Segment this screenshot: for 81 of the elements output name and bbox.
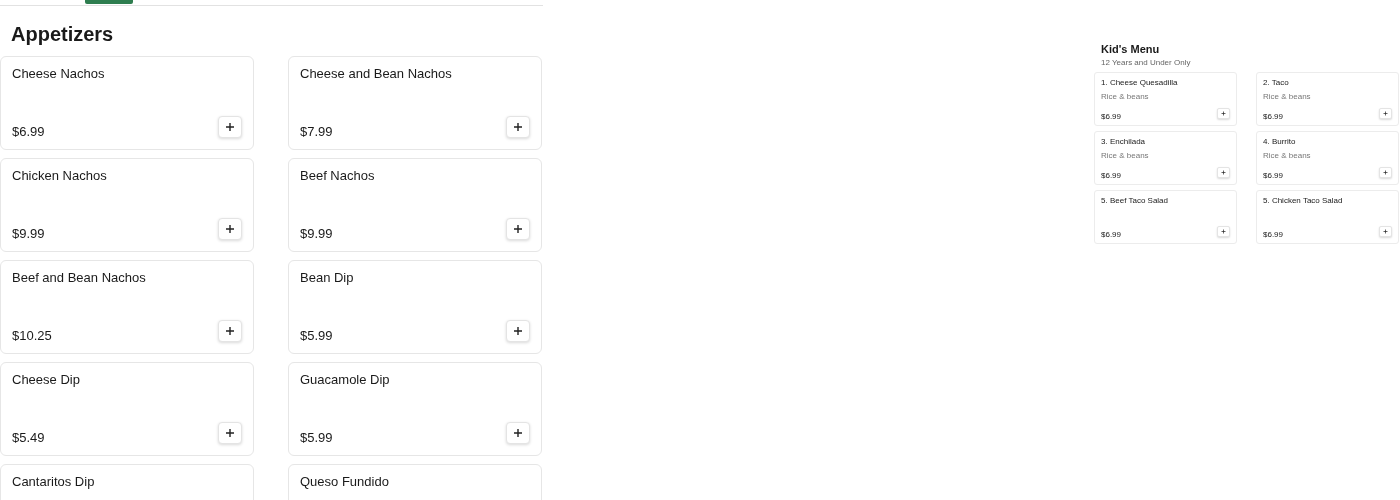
section-subtitle: 12 Years and Under Only <box>1101 58 1192 67</box>
add-button[interactable] <box>1217 108 1230 119</box>
add-button[interactable] <box>506 422 530 444</box>
add-button[interactable] <box>1217 226 1230 237</box>
plus-icon <box>513 224 523 234</box>
menu-item-card[interactable]: Cheese Dip $5.49 <box>0 362 254 456</box>
item-price: $6.99 <box>12 124 45 139</box>
item-price: $5.99 <box>300 328 333 343</box>
item-description: Rice & beans <box>1263 92 1312 101</box>
item-description: Rice & beans <box>1101 151 1150 160</box>
plus-icon <box>513 326 523 336</box>
item-price: $7.99 <box>300 124 333 139</box>
menu-item-card[interactable]: Beef and Bean Nachos $10.25 <box>0 260 254 354</box>
item-price: $6.99 <box>1101 112 1122 121</box>
item-name: Guacamole Dip <box>300 372 391 387</box>
item-name: Cantaritos Dip <box>12 474 96 489</box>
plus-icon <box>513 428 523 438</box>
plus-icon <box>1383 170 1388 175</box>
item-name: Cheese Dip <box>12 372 81 387</box>
menu-item-card[interactable]: Chicken Nachos $9.99 <box>0 158 254 252</box>
add-button[interactable] <box>506 116 530 138</box>
item-price: $5.99 <box>300 430 333 445</box>
item-price: $6.99 <box>1101 171 1122 180</box>
add-button[interactable] <box>1379 167 1392 178</box>
add-button[interactable] <box>1217 167 1230 178</box>
item-price: $6.99 <box>1263 112 1284 121</box>
menu-item-card[interactable]: 5. Beef Taco Salad $6.99 <box>1094 190 1237 244</box>
item-name: Cheese and Bean Nachos <box>300 66 453 81</box>
menu-item-card[interactable]: 4. Burrito Rice & beans $6.99 <box>1256 131 1399 185</box>
add-button[interactable] <box>1379 108 1392 119</box>
add-button[interactable] <box>218 422 242 444</box>
plus-icon <box>225 428 235 438</box>
item-price: $6.99 <box>1101 230 1122 239</box>
item-name: 4. Burrito <box>1263 137 1297 146</box>
plus-icon <box>1221 111 1226 116</box>
menu-item-card[interactable]: 1. Cheese Quesadilla Rice & beans $6.99 <box>1094 72 1237 126</box>
plus-icon <box>1221 170 1226 175</box>
plus-icon <box>1221 229 1226 234</box>
plus-icon <box>225 224 235 234</box>
menu-item-card[interactable]: Queso Fundido <box>288 464 542 500</box>
menu-item-card[interactable]: 2. Taco Rice & beans $6.99 <box>1256 72 1399 126</box>
item-price: $10.25 <box>12 328 52 343</box>
plus-icon <box>1383 111 1388 116</box>
item-name: Beef Nachos <box>300 168 376 183</box>
plus-icon <box>225 326 235 336</box>
menu-item-card[interactable]: Cantaritos Dip <box>0 464 254 500</box>
menu-item-card[interactable]: Beef Nachos $9.99 <box>288 158 542 252</box>
item-name: 2. Taco <box>1263 78 1290 87</box>
plus-icon <box>513 122 523 132</box>
add-button[interactable] <box>1379 226 1392 237</box>
item-name: 3. Enchilada <box>1101 137 1147 146</box>
item-description: Rice & beans <box>1263 151 1312 160</box>
menu-item-card[interactable]: Cheese and Bean Nachos $7.99 <box>288 56 542 150</box>
plus-icon <box>1383 229 1388 234</box>
add-button[interactable] <box>506 320 530 342</box>
item-name: 1. Cheese Quesadilla <box>1101 78 1179 87</box>
add-button[interactable] <box>506 218 530 240</box>
item-name: Bean Dip <box>300 270 355 285</box>
menu-item-card[interactable]: Guacamole Dip $5.99 <box>288 362 542 456</box>
menu-item-card[interactable]: Cheese Nachos $6.99 <box>0 56 254 150</box>
item-name: Beef and Bean Nachos <box>12 270 147 285</box>
menu-item-card[interactable]: 5. Chicken Taco Salad $6.99 <box>1256 190 1399 244</box>
item-name: Queso Fundido <box>300 474 390 489</box>
item-price: $6.99 <box>1263 171 1284 180</box>
plus-icon <box>225 122 235 132</box>
section-heading: Kid's Menu <box>1101 43 1161 55</box>
item-price: $6.99 <box>1263 230 1284 239</box>
add-button[interactable] <box>218 116 242 138</box>
item-name: 5. Chicken Taco Salad <box>1263 196 1344 205</box>
item-price: $9.99 <box>300 226 333 241</box>
add-button[interactable] <box>218 218 242 240</box>
item-price: $9.99 <box>12 226 45 241</box>
item-name: Chicken Nachos <box>12 168 108 183</box>
item-name: Cheese Nachos <box>12 66 106 81</box>
menu-item-card[interactable]: 3. Enchilada Rice & beans $6.99 <box>1094 131 1237 185</box>
menu-item-card[interactable]: Bean Dip $5.99 <box>288 260 542 354</box>
item-description: Rice & beans <box>1101 92 1150 101</box>
add-button[interactable] <box>218 320 242 342</box>
section-heading: Appetizers <box>11 23 115 46</box>
item-name: 5. Beef Taco Salad <box>1101 196 1169 205</box>
item-price: $5.49 <box>12 430 45 445</box>
